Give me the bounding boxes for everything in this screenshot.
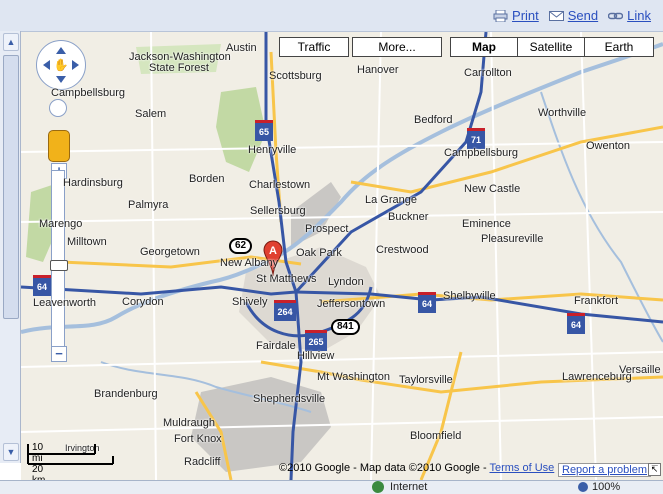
top-toolbar: Print Send Link [0, 0, 663, 32]
map-type-satellite-button[interactable]: Satellite [517, 37, 585, 57]
place-label: Shepherdsville [253, 393, 326, 405]
zoom-slider-handle[interactable] [50, 260, 68, 271]
scale-metric-label: 20 km [32, 464, 45, 480]
place-label: Owenton [586, 140, 631, 152]
scroll-up-button[interactable]: ▲ [3, 33, 19, 51]
print-label: Print [512, 8, 539, 23]
state-route-shield: 841 [331, 319, 360, 335]
zoom-out-button[interactable]: − [51, 346, 67, 362]
map-canvas[interactable]: Traffic More... Map Satellite Earth ✋ + … [21, 32, 663, 480]
link-label: Link [627, 8, 651, 23]
place-label: Shively [232, 296, 268, 308]
overview-toggle-icon[interactable]: ↸ [648, 463, 661, 476]
scale-imperial-label: 10 mi [32, 442, 44, 464]
minor-roads [21, 32, 663, 480]
envelope-icon [548, 10, 564, 21]
place-label: New Castle [464, 183, 521, 195]
scroll-down-button[interactable]: ▼ [3, 443, 19, 461]
scroll-thumb[interactable] [3, 55, 19, 319]
place-label: Carrollton [464, 67, 512, 79]
marker-label: A [269, 245, 277, 257]
interstate-shield: 264 [274, 300, 296, 321]
report-problem-link[interactable]: Report a problem [558, 463, 651, 477]
place-label: Hillview [297, 350, 335, 362]
chain-link-icon [608, 12, 624, 19]
print-link[interactable]: Print [493, 8, 539, 23]
place-label: St Matthews [256, 273, 317, 285]
interstate-shield: 65 [255, 120, 273, 141]
pan-control[interactable]: ✋ [36, 40, 86, 90]
place-label: New Albany [220, 257, 279, 269]
place-label: Shelbyville [443, 290, 496, 302]
place-label: Bedford [414, 114, 453, 126]
zoom-icon [578, 482, 588, 492]
map-base [21, 32, 663, 480]
traffic-button[interactable]: Traffic [279, 37, 349, 57]
send-label: Send [567, 8, 599, 23]
place-label: Crestwood [376, 244, 429, 256]
place-label: State Forest [149, 62, 209, 74]
place-label: Henryville [248, 144, 297, 156]
place-label: Palmyra [128, 199, 169, 211]
interstate-shield: 265 [305, 330, 327, 351]
place-label: Versaille [619, 364, 661, 376]
place-label: Leavenworth [33, 297, 96, 309]
place-label: Oak Park [296, 247, 342, 259]
more-button[interactable]: More... [352, 37, 442, 57]
svg-text:✋: ✋ [54, 58, 69, 72]
place-label: Lyndon [328, 276, 364, 288]
place-label: Charlestown [249, 179, 311, 191]
us-route-shield: 62 [229, 238, 253, 254]
terms-of-use-link[interactable]: Terms of Use [489, 462, 554, 474]
interstate-shield: 64 [567, 313, 585, 334]
place-label: Sellersburg [250, 205, 306, 217]
link-link[interactable]: Link [608, 8, 651, 23]
place-label: Borden [189, 173, 225, 185]
place-label: Campbellsburg [51, 87, 125, 99]
place-label: Fairdale [256, 340, 296, 352]
place-label: Pleasureville [481, 233, 544, 245]
place-label: Hanover [357, 64, 399, 76]
place-label: Scottsburg [269, 70, 322, 82]
interstate-shield: 71 [467, 128, 485, 149]
copyright-text: ©2010 Google - Map data ©2010 Google - [279, 462, 490, 474]
place-label: Buckner [388, 211, 429, 223]
globe-icon [372, 481, 384, 493]
send-link[interactable]: Send [548, 8, 599, 23]
place-label: Radcliff [184, 456, 221, 468]
place-label: Jeffersontown [317, 298, 386, 310]
place-label: Salem [135, 108, 167, 120]
place-label: Eminence [462, 218, 511, 230]
place-label: La Grange [365, 194, 417, 206]
vertical-scrollbar[interactable]: ▲ ▼ [0, 31, 21, 463]
interstate-shield: 64 [418, 292, 436, 313]
place-label: Brandenburg [94, 388, 158, 400]
place-label: Hardinsburg [63, 177, 123, 189]
place-label: Marengo [39, 218, 83, 230]
place-label: Frankfort [574, 295, 619, 307]
reset-view-button[interactable] [49, 99, 67, 117]
interstate-shield: 64 [33, 275, 51, 296]
place-label: Mt Washington [317, 371, 390, 383]
pan-arrows-icon: ✋ [43, 47, 79, 83]
map-attribution: ©2010 Google - Map data ©2010 Google - T… [279, 462, 554, 474]
place-label: Milltown [67, 236, 107, 248]
zoom-level[interactable]: 100% [592, 481, 620, 494]
map-type-map-button[interactable]: Map [450, 37, 518, 57]
place-label: Taylorsville [399, 374, 453, 386]
place-label: Georgetown [140, 246, 200, 258]
place-label: Campbellsburg [444, 147, 518, 159]
printer-icon [493, 9, 508, 22]
place-label: Prospect [305, 223, 349, 235]
map-type-earth-button[interactable]: Earth [584, 37, 654, 57]
place-label: Muldraugh [163, 417, 215, 429]
pegman-icon[interactable] [48, 130, 70, 162]
place-label: Worthville [538, 107, 587, 119]
interstate-roads [21, 32, 663, 480]
browser-status-bar: Internet 100% [0, 480, 663, 494]
zone-label: Internet [390, 481, 428, 493]
place-label: Bloomfield [410, 430, 462, 442]
place-label: Fort Knox [174, 433, 222, 445]
place-label: Corydon [122, 296, 164, 308]
